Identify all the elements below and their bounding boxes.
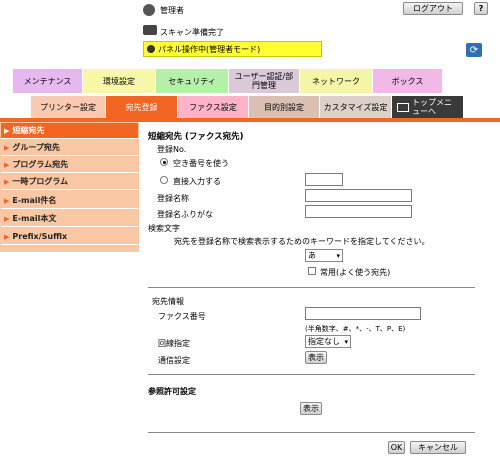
radio-manual-label: 直接入力する	[173, 177, 221, 186]
line-select[interactable]: 指定なし	[305, 335, 351, 348]
tab-custom[interactable]: カスタマイズ設定	[320, 96, 392, 118]
status-text: スキャン準備完了	[160, 28, 224, 37]
sidebar-item-email-subject[interactable]: ▶ E-mail件名	[1, 193, 138, 209]
ref-show-button[interactable]: 表示	[300, 402, 322, 415]
divider	[148, 432, 475, 433]
tab-fax[interactable]: ファクス設定	[178, 96, 249, 118]
reg-no-input[interactable]	[305, 173, 343, 186]
common-checkbox[interactable]	[308, 267, 316, 275]
arrow-icon: ▶	[4, 177, 10, 186]
furigana-label: 登録名ふりがな	[157, 210, 213, 219]
tab-security[interactable]: セキュリティ	[156, 69, 229, 93]
arrow-icon: ▶	[4, 196, 10, 205]
fax-no-label: ファクス番号	[158, 312, 206, 321]
printer-status-icon	[143, 25, 157, 35]
tab-top-menu[interactable]: トップメニューへ	[392, 96, 464, 118]
arrow-icon: ▶	[4, 214, 10, 223]
ok-button[interactable]: OK	[388, 441, 405, 454]
reg-no-label: 登録No.	[157, 145, 187, 154]
arrow-icon: ▶	[4, 232, 10, 241]
help-button[interactable]: ?	[474, 2, 488, 15]
user-icon	[143, 4, 155, 16]
ref-title: 参照許可設定	[148, 387, 196, 396]
form-title: 短縮宛先 (ファクス宛先)	[148, 132, 244, 142]
fax-no-input[interactable]	[305, 307, 421, 320]
tab-maintenance[interactable]: メンテナンス	[13, 69, 83, 93]
tab-box[interactable]: ボックス	[373, 69, 443, 93]
sidebar-item-speed-dial[interactable]: ▶ 短縮宛先	[1, 123, 138, 139]
cancel-button[interactable]: キャンセル	[410, 441, 466, 454]
tab-environment[interactable]: 環境設定	[83, 69, 156, 93]
tab-printer[interactable]: プリンター設定	[31, 96, 106, 118]
divider	[148, 374, 475, 375]
arrow-icon: ▶	[4, 126, 10, 135]
search-desc: 宛先を登録名称で検索表示するためのキーワードを指定してください。	[174, 237, 430, 246]
line-label: 回線指定	[158, 339, 190, 348]
sidebar-item-temp-program[interactable]: ▶ 一時プログラム	[1, 174, 138, 190]
comm-show-button[interactable]: 表示	[305, 351, 327, 364]
sidebar-item-program[interactable]: ▶ プログラム宛先	[1, 157, 138, 173]
refresh-icon[interactable]: ⟳	[466, 43, 482, 57]
sidebar-item-email-body[interactable]: ▶ E-mail本文	[1, 211, 138, 227]
sidebar-item-prefix-suffix[interactable]: ▶ Prefix/Suffix	[1, 229, 138, 245]
mode-text: パネル操作中(管理者モード)	[158, 44, 261, 54]
radio-manual-number[interactable]	[160, 176, 168, 184]
top-menu-icon	[397, 102, 409, 112]
tab-network[interactable]: ネットワーク	[300, 69, 373, 93]
tab-purpose[interactable]: 目的別設定	[249, 96, 320, 118]
key-icon	[147, 45, 155, 53]
tab-user-auth[interactable]: ユーザー認証/部門管理	[229, 69, 300, 93]
sidebar-item-group[interactable]: ▶ グループ宛先	[1, 140, 138, 156]
arrow-icon: ▶	[4, 143, 10, 152]
name-input[interactable]	[305, 189, 412, 202]
furigana-input[interactable]	[305, 205, 412, 218]
mode-bar: パネル操作中(管理者モード)	[143, 41, 322, 57]
fax-hint: (半角数字、#、*、-、T、P、E)	[305, 325, 406, 333]
radio-auto-label: 空き番号を使う	[173, 159, 229, 168]
name-label: 登録名称	[157, 194, 189, 203]
comm-label: 通信設定	[158, 356, 190, 365]
user-label: 管理者	[160, 6, 184, 15]
arrow-icon: ▶	[4, 160, 10, 169]
tab-destination[interactable]: 宛先登録	[106, 96, 178, 118]
logout-button[interactable]: ログアウト	[403, 2, 463, 15]
divider	[148, 287, 475, 288]
dest-info-label: 宛先情報	[152, 297, 184, 306]
search-char-select[interactable]: あ	[305, 249, 343, 262]
common-label: 常用(よく使う宛先)	[320, 268, 391, 277]
search-char-label: 検索文字	[148, 224, 180, 233]
radio-auto-number[interactable]	[160, 158, 168, 166]
